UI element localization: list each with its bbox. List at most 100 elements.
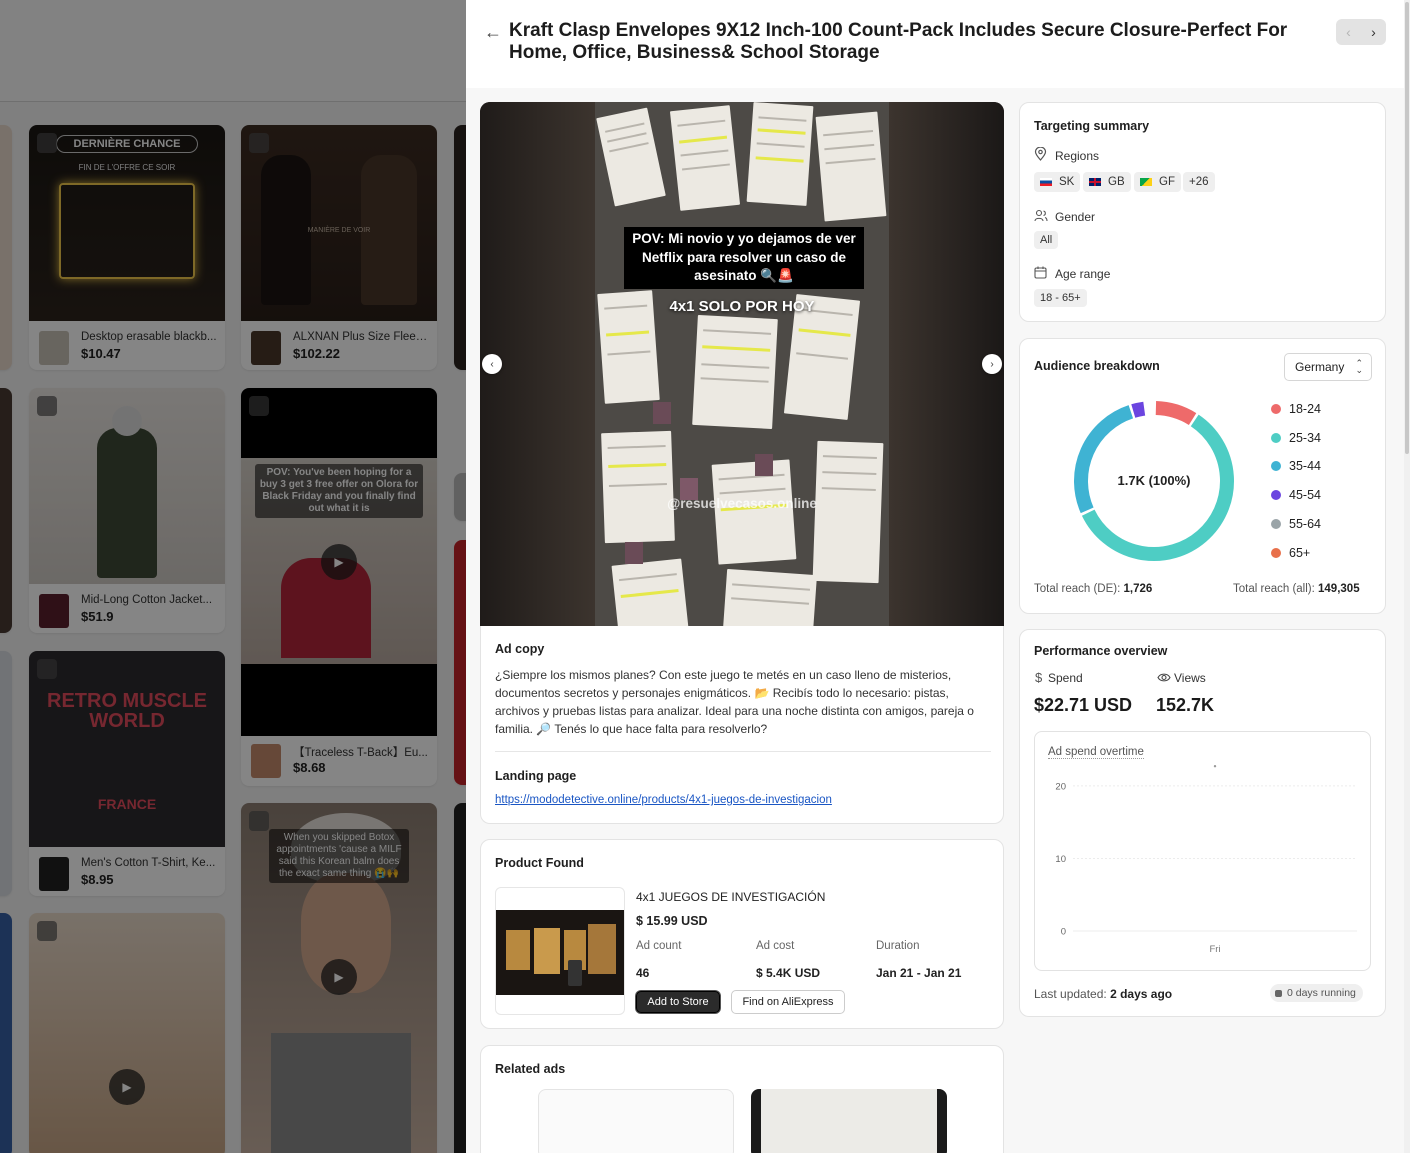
legend-dot: [1271, 518, 1281, 529]
reach-all-value: 149,305: [1318, 583, 1360, 595]
y-tick-label: 0: [1061, 927, 1066, 938]
legend-dot: [1271, 432, 1281, 443]
legend-label: 55-64: [1289, 516, 1321, 531]
data-point[interactable]: [1213, 765, 1217, 768]
ad-media-viewer[interactable]: POV: Mi novio y yo dejamos de ver Netfli…: [480, 102, 1004, 626]
performance-overview-card: Performance overview $ Spend $22.71 USD …: [1019, 629, 1386, 1017]
ad-copy-text: ¿Siempre los mismos planes? Con este jue…: [495, 668, 974, 736]
video-promo-text: 4x1 SOLO POR HOY: [669, 298, 815, 315]
regions-more-chip[interactable]: +26: [1183, 172, 1215, 192]
chevron-right-icon[interactable]: ›: [982, 354, 1002, 374]
last-updated-value: 2 days ago: [1110, 987, 1173, 1001]
flag-gf-icon: [1140, 178, 1152, 186]
reach-de-label: Total reach (DE):: [1034, 583, 1121, 595]
legend-item-55-64: 55-64: [1271, 517, 1321, 531]
legend-dot: [1271, 461, 1281, 472]
calendar-icon: [1034, 266, 1047, 279]
x-tick-label: Fri: [1209, 944, 1220, 955]
legend-item-18-24: 18-24: [1271, 402, 1321, 416]
dollar-icon: $: [1035, 670, 1043, 685]
audience-breakdown-card: Audience breakdown Germany ⌃ ⌄ 1.7K (100%)…: [1019, 338, 1386, 614]
scrollbar[interactable]: [1404, 0, 1410, 1153]
page-title: Kraft Clasp Envelopes 9X12 Inch-100 Coun…: [509, 20, 1288, 63]
ad-spend-line-chart: 0 10 20 Fri: [1055, 765, 1357, 955]
spend-value: $22.71 USD: [1034, 695, 1133, 715]
last-updated: Last updated: 2 days ago: [1034, 987, 1172, 1001]
map-pin-icon: [1034, 147, 1047, 161]
flag-gb-icon: [1089, 178, 1101, 186]
legend-item-45-54: 45-54: [1271, 488, 1321, 502]
legend-dot: [1271, 404, 1281, 414]
legend-label: 65+: [1289, 545, 1311, 560]
last-updated-label: Last updated:: [1034, 987, 1107, 1001]
chevron-right-icon[interactable]: ›: [1361, 19, 1386, 45]
region-code: GF: [1159, 176, 1175, 188]
related-ad-thumbnail[interactable]: [538, 1089, 734, 1153]
scrollbar-thumb[interactable]: [1405, 2, 1409, 454]
chevron-up-down-icon: ⌃ ⌄: [1355, 358, 1363, 375]
running-status-badge: 0 days running: [1270, 984, 1363, 1002]
ad-count-value: 46: [636, 966, 650, 980]
product-found-card: Product Found 4x1 JUEGOS DE INVESTIGACIÓ…: [480, 839, 1004, 1029]
views-label: Views: [1174, 671, 1206, 685]
video-caption: POV: Mi novio y yo dejamos de ver Netfli…: [624, 227, 864, 289]
donut-center-label: 1.7K (100%): [1117, 473, 1191, 488]
region-code: SK: [1059, 176, 1075, 188]
gender-label: Gender: [1055, 210, 1096, 224]
users-icon: [1034, 209, 1048, 222]
product-found-title: Product Found: [495, 856, 584, 870]
ad-copy-title: Ad copy: [495, 642, 545, 656]
ad-cost-value: $ 5.4K USD: [756, 966, 821, 980]
landing-page-title: Landing page: [495, 769, 577, 783]
chevron-left-icon[interactable]: ‹: [482, 354, 502, 374]
product-name: 4x1 JUEGOS DE INVESTIGACIÓN: [636, 890, 826, 904]
chevron-left-icon[interactable]: ‹: [1336, 19, 1361, 45]
flag-sk-icon: [1040, 178, 1052, 186]
legend-item-65+: 65+: [1271, 546, 1310, 560]
landing-page-link[interactable]: https://mododetective.online/products/4x…: [495, 794, 832, 806]
spend-label: Spend: [1048, 671, 1083, 685]
running-status-text: 0 days running: [1287, 987, 1356, 999]
related-ads-title: Related ads: [495, 1062, 566, 1076]
modal-overlay[interactable]: [0, 0, 466, 1153]
reach-de: Total reach (DE): 1,726: [1034, 583, 1152, 595]
product-image[interactable]: [495, 887, 625, 1015]
performance-title: Performance overview: [1034, 644, 1168, 658]
region-chip: SK: [1034, 172, 1081, 192]
targeting-title: Targeting summary: [1034, 119, 1150, 133]
region-chip: GF: [1134, 172, 1181, 192]
divider: [495, 751, 991, 752]
product-price: $ 15.99 USD: [636, 914, 708, 928]
legend-label: 35-44: [1289, 459, 1321, 474]
video-watermark: @resuelvecasos.online: [667, 496, 817, 511]
donut-segment-45-54[interactable]: [1131, 401, 1146, 418]
related-ad-thumbnail[interactable]: [751, 1089, 947, 1153]
arrow-left-icon[interactable]: ←: [484, 22, 502, 43]
views-value: 152.7K: [1156, 695, 1215, 715]
legend-dot: [1271, 490, 1281, 501]
donut-segment-35-44[interactable]: [1074, 405, 1134, 514]
duration-value: Jan 21 - Jan 21: [876, 966, 962, 980]
ad-video-frame: POV: Mi novio y yo dejamos de ver Netfli…: [595, 102, 889, 626]
ad-copy-card: Ad copy ¿Siempre los mismos planes? Con …: [480, 626, 1004, 824]
y-tick-label: 10: [1055, 854, 1066, 865]
donut-segment-18-24[interactable]: [1155, 401, 1197, 426]
find-on-aliexpress-button[interactable]: Find on AliExpress: [731, 990, 845, 1014]
legend-item-35-44: 35-44: [1271, 459, 1321, 473]
gender-chip: All: [1034, 231, 1059, 249]
targeting-summary-card: Targeting summary Regions SK GB GF +26 G…: [1019, 102, 1386, 322]
y-tick-label: 20: [1055, 781, 1066, 792]
reach-de-value: 1,726: [1123, 583, 1153, 595]
reach-all: Total reach (all): 149,305: [1233, 583, 1360, 595]
country-select[interactable]: Germany ⌃ ⌄: [1284, 353, 1372, 381]
add-to-store-button[interactable]: Add to Store: [636, 991, 720, 1013]
region-code: GB: [1108, 176, 1125, 188]
ad-spend-chart-container: Ad spend overtime 0 10 20 Fri: [1034, 731, 1371, 971]
legend-label: 45-54: [1289, 488, 1321, 503]
pager: ‹ ›: [1336, 19, 1386, 45]
country-select-value: Germany: [1295, 360, 1345, 374]
ad-detail-panel: ← Kraft Clasp Envelopes 9X12 Inch-100 Co…: [466, 0, 1410, 1153]
ad-count-label: Ad count: [636, 940, 682, 952]
age-range-chip: 18 - 65+: [1034, 289, 1087, 307]
reach-all-label: Total reach (all):: [1233, 583, 1315, 595]
